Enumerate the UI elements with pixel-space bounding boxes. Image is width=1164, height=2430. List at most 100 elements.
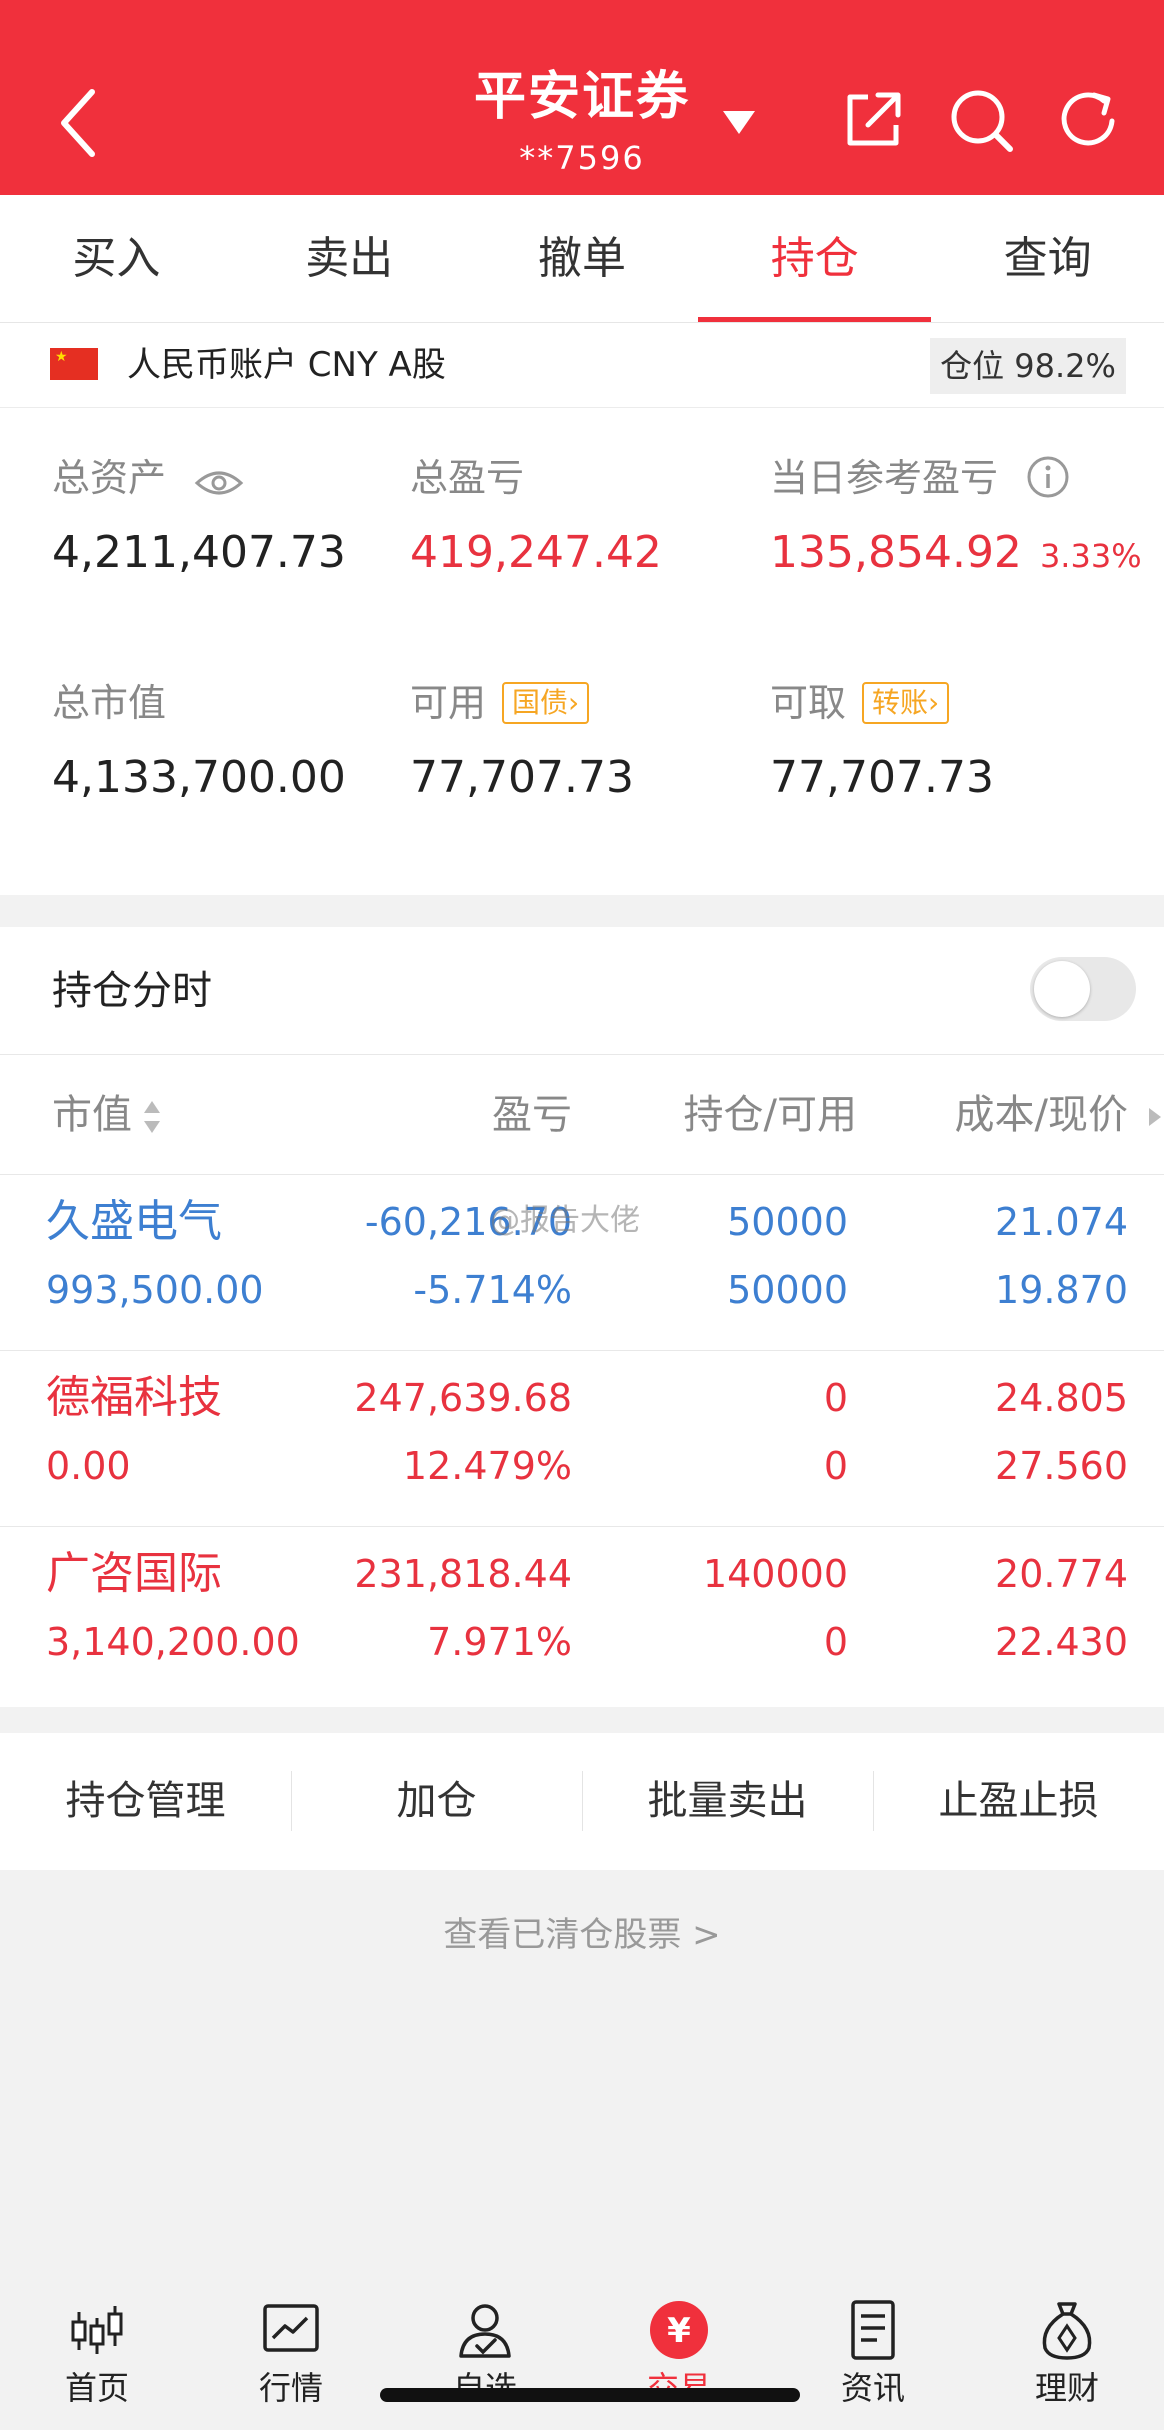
stock-pnl-pct: 12.479% (402, 1444, 572, 1488)
home-indicator[interactable] (380, 2388, 800, 2402)
stock-market-value: 3,140,200.00 (46, 1620, 300, 1664)
toggle-knob (1034, 961, 1090, 1017)
total-assets-value: 4,211,407.73 (52, 527, 346, 578)
nav-trade[interactable]: ¥ 交易 (582, 2276, 776, 2430)
bottom-nav: 首页 行情 自选 ¥ 交易 资讯 (0, 2276, 1164, 2430)
broker-title[interactable]: 平安证券 (474, 62, 690, 132)
market-value-label: 总市值 (52, 681, 167, 725)
stock-price: 22.430 (995, 1620, 1128, 1664)
info-icon[interactable] (1026, 455, 1070, 499)
tab-cancel[interactable]: 撤单 (466, 195, 699, 322)
stock-market-value: 993,500.00 (46, 1268, 264, 1312)
eye-icon[interactable] (194, 467, 244, 499)
dropdown-caret-icon[interactable] (721, 108, 757, 136)
chart-icon (263, 2304, 319, 2352)
market-value-value: 4,133,700.00 (52, 752, 346, 803)
metric-withdrawable: 可取 转账› 77,707.73 (770, 678, 994, 806)
nav-market[interactable]: 行情 (194, 2276, 388, 2430)
stock-available: 50000 (727, 1268, 848, 1312)
metric-total-assets: 总资产 4,211,407.73 (52, 453, 346, 581)
share-button[interactable] (838, 85, 908, 155)
col-position[interactable]: 持仓/可用 (684, 1055, 857, 1175)
nav-wealth[interactable]: 理财 (970, 2276, 1164, 2430)
stock-pnl: 247,639.68 (354, 1376, 572, 1420)
nav-home[interactable]: 首页 (0, 2276, 194, 2430)
account-summary: ★ 人民币账户 CNY A股 仓位 98.2% 总资产 4,211,407.73… (0, 323, 1164, 895)
holdings-title-row: 持仓分时 (0, 927, 1164, 1055)
add-position-button[interactable]: 加仓 (291, 1733, 582, 1870)
metric-available: 可用 国债› 77,707.73 (410, 678, 634, 806)
holdings-title: 持仓分时 (52, 968, 212, 1014)
nav-label: 首页 (64, 2369, 129, 2407)
stock-price: 27.560 (995, 1444, 1128, 1488)
search-icon (951, 90, 1013, 152)
scroll-right-icon[interactable] (1146, 1105, 1164, 1129)
watermark: @报告大佬 (490, 1203, 640, 1238)
metric-daily-pnl: 当日参考盈亏 135,854.92 3.33% (770, 453, 1142, 584)
nav-watchlist[interactable]: 自选 (388, 2276, 582, 2430)
metric-total-pnl: 总盈亏 419,247.42 (410, 453, 662, 581)
holdings-actions: 持仓管理 加仓 批量卖出 止盈止损 (0, 1733, 1164, 1870)
table-row[interactable]: 德福科技 0.00 247,639.68 12.479% 0 0 24.805 … (0, 1351, 1164, 1527)
col-market-value[interactable]: 市值 (52, 1055, 132, 1175)
nav-label: 理财 (1034, 2369, 1099, 2407)
table-row[interactable]: 广咨国际 3,140,200.00 231,818.44 7.971% 1400… (0, 1527, 1164, 1703)
china-flag-icon: ★ (50, 348, 98, 380)
stock-name: 久盛电气 (46, 1196, 222, 1247)
refresh-icon (1061, 92, 1115, 146)
intraday-toggle[interactable] (1030, 957, 1136, 1021)
trade-tabs: 买入 卖出 撤单 持仓 查询 (0, 195, 1164, 323)
available-value: 77,707.73 (410, 752, 634, 803)
stock-available: 0 (823, 1620, 848, 1664)
treasury-bond-button[interactable]: 国债› (502, 682, 590, 724)
manage-positions-button[interactable]: 持仓管理 (0, 1733, 291, 1870)
col-cost-price[interactable]: 成本/现价 (955, 1055, 1128, 1175)
transfer-button[interactable]: 转账› (862, 682, 950, 724)
money-bag-icon (1042, 2302, 1092, 2360)
search-button[interactable] (946, 85, 1016, 155)
user-check-icon (459, 2304, 511, 2358)
stock-cost: 24.805 (995, 1376, 1128, 1420)
total-pnl-value: 419,247.42 (410, 527, 662, 578)
cleared-stocks-link[interactable]: 查看已清仓股票 > (0, 1910, 1164, 1960)
stock-price: 19.870 (995, 1268, 1128, 1312)
holdings-section: 持仓分时 市值 盈亏 持仓/可用 成本/现价 久盛电气 993,500.00 -… (0, 927, 1164, 1707)
account-label: 人民币账户 CNY A股 (127, 345, 446, 385)
daily-pnl-value: 135,854.92 (770, 527, 1022, 578)
col-pnl[interactable]: 盈亏 (492, 1055, 572, 1175)
total-pnl-label: 总盈亏 (410, 456, 525, 500)
stock-pnl: 231,818.44 (354, 1552, 572, 1596)
nav-label: 资讯 (840, 2369, 905, 2407)
metric-market-value: 总市值 4,133,700.00 (52, 678, 346, 806)
daily-pnl-label: 当日参考盈亏 (770, 456, 999, 500)
chevron-right-icon: › (928, 686, 940, 719)
stock-position: 140000 (702, 1552, 848, 1596)
app-header: 平安证券 **7596 (0, 0, 1164, 195)
stock-position: 50000 (727, 1200, 848, 1244)
document-icon (851, 2300, 895, 2360)
stock-cost: 20.774 (995, 1552, 1128, 1596)
stock-pnl-pct: 7.971% (427, 1620, 572, 1664)
total-assets-label: 总资产 (52, 456, 167, 500)
withdrawable-label: 可取 (770, 681, 847, 725)
tab-query[interactable]: 查询 (931, 195, 1164, 322)
svg-text:¥: ¥ (667, 2311, 691, 2351)
refresh-button[interactable] (1054, 85, 1124, 155)
stock-market-value: 0.00 (46, 1444, 131, 1488)
withdrawable-value: 77,707.73 (770, 752, 994, 803)
chevron-right-icon: › (568, 686, 580, 719)
sort-icon[interactable] (142, 1099, 162, 1135)
position-ratio-badge: 仓位 98.2% (930, 338, 1126, 394)
candlestick-icon (71, 2306, 123, 2354)
stock-available: 0 (823, 1444, 848, 1488)
batch-sell-button[interactable]: 批量卖出 (582, 1733, 873, 1870)
share-icon (847, 92, 901, 146)
nav-label: 行情 (258, 2369, 323, 2407)
tab-sell[interactable]: 卖出 (233, 195, 466, 322)
tab-positions[interactable]: 持仓 (698, 195, 931, 322)
stock-position: 0 (823, 1376, 848, 1420)
tab-buy[interactable]: 买入 (0, 195, 233, 322)
nav-news[interactable]: 资讯 (776, 2276, 970, 2430)
stop-profit-loss-button[interactable]: 止盈止损 (873, 1733, 1164, 1870)
stock-name: 德福科技 (46, 1372, 222, 1423)
